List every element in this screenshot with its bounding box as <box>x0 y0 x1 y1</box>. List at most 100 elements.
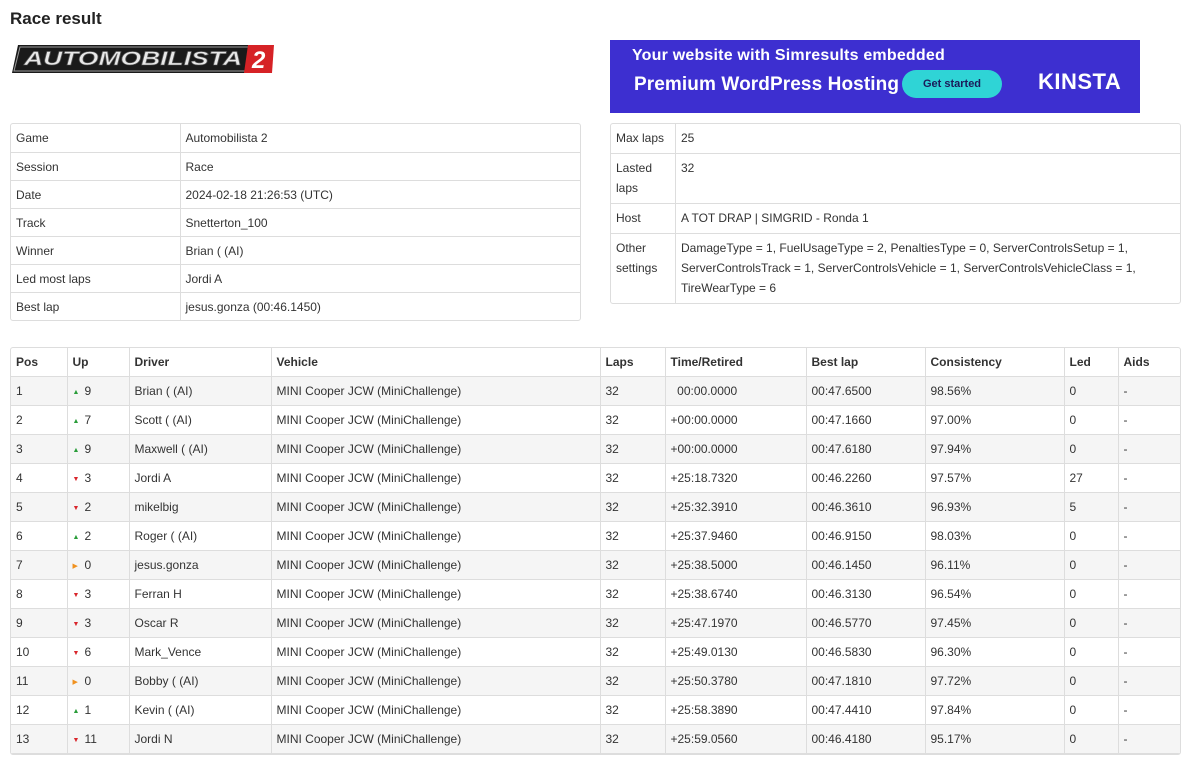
consistency-cell: 98.03% <box>925 521 1065 551</box>
column-header[interactable]: Led <box>1064 348 1119 377</box>
laps-cell: 32 <box>600 637 666 667</box>
ad-subheadline: Premium WordPress Hosting <box>634 74 900 95</box>
consistency-cell: 97.72% <box>925 666 1065 696</box>
position-change-cell: ▲ 9 <box>67 376 130 406</box>
aids-cell: - <box>1118 724 1180 754</box>
vehicle-cell: MINI Cooper JCW (MiniChallenge) <box>271 521 601 551</box>
best-cell: 00:46.5830 <box>806 637 926 667</box>
vehicle-cell: MINI Cooper JCW (MiniChallenge) <box>271 608 601 638</box>
laps-cell: 32 <box>600 695 666 725</box>
time-cell: +25:18.7320 <box>665 463 807 493</box>
consistency-cell: 97.45% <box>925 608 1065 638</box>
pos-cell: 7 <box>11 550 68 580</box>
aids-cell: - <box>1118 637 1180 667</box>
best-cell: 00:47.6500 <box>806 376 926 406</box>
server-info-row: Host A TOT DRAP | SIMGRID - Ronda 1 <box>611 203 1180 234</box>
driver-cell: Brian ( (AI) <box>129 376 272 406</box>
position-change-cell: ▲ 2 <box>67 521 130 551</box>
column-header[interactable]: Driver <box>129 348 272 377</box>
position-change-value: 3 <box>84 587 92 601</box>
column-header[interactable]: Consistency <box>925 348 1065 377</box>
table-row: 13 ▼ 11 Jordi N MINI Cooper JCW (MiniChallen… <box>11 724 1180 754</box>
column-header[interactable]: Aids <box>1118 348 1180 377</box>
table-row: 11 ▶ 0 Bobby ( (AI) MINI Cooper JCW (MiniCha… <box>11 666 1180 696</box>
time-cell: +25:58.3890 <box>665 695 807 725</box>
aids-cell: - <box>1118 434 1180 464</box>
triangle-right-icon: ▶ <box>72 679 78 686</box>
led-cell: 0 <box>1064 550 1119 580</box>
position-change-cell: ▲ 1 <box>67 695 130 725</box>
results-table: Pos Up Driver Vehicle Laps Time/Retired Best l… <box>10 347 1181 755</box>
pos-cell: 12 <box>11 695 68 725</box>
triangle-up-icon: ▲ <box>72 418 80 425</box>
info-key: Date <box>11 180 181 209</box>
column-header[interactable]: Vehicle <box>271 348 601 377</box>
position-change-cell: ▶ 0 <box>67 550 130 580</box>
driver-cell: mikelbig <box>129 492 272 522</box>
aids-cell: - <box>1118 521 1180 551</box>
position-change-value: 7 <box>84 413 92 427</box>
table-row: 1 ▲ 9 Brian ( (AI) MINI Cooper JCW (MiniChal… <box>11 376 1180 406</box>
logo-text: AUTOMOBILISTA <box>23 49 242 70</box>
best-cell: 00:46.1450 <box>806 550 926 580</box>
session-info-row: Led most laps Jordi A <box>11 264 580 293</box>
ad-banner[interactable]: Your website with Simresults embedded Pr… <box>610 40 1140 113</box>
triangle-down-icon: ▼ <box>72 476 80 483</box>
table-row: 4 ▼ 3 Jordi A MINI Cooper JCW (MiniChallenge… <box>11 463 1180 493</box>
column-header[interactable]: Best lap <box>806 348 926 377</box>
session-info-table: Game Automobilista 2 Session Race Date 2024-0… <box>10 123 581 321</box>
led-cell: 0 <box>1064 695 1119 725</box>
vehicle-cell: MINI Cooper JCW (MiniChallenge) <box>271 434 601 464</box>
laps-cell: 32 <box>600 521 666 551</box>
logo-numeral: 2 <box>251 47 266 74</box>
pos-cell: 8 <box>11 579 68 609</box>
position-change-value: 3 <box>84 471 92 485</box>
ad-get-started-button[interactable]: Get started <box>902 70 1002 98</box>
aids-cell: - <box>1118 492 1180 522</box>
info-value: 25 <box>675 124 1180 154</box>
column-header[interactable]: Time/Retired <box>665 348 807 377</box>
session-info-row: Winner Brian ( (AI) <box>11 236 580 265</box>
aids-cell: - <box>1118 695 1180 725</box>
info-key: Lasted laps <box>611 153 676 204</box>
vehicle-cell: MINI Cooper JCW (MiniChallenge) <box>271 637 601 667</box>
info-key: Game <box>11 124 181 153</box>
time-cell: +25:47.1970 <box>665 608 807 638</box>
aids-cell: - <box>1118 608 1180 638</box>
triangle-up-icon: ▲ <box>72 447 80 454</box>
led-cell: 27 <box>1064 463 1119 493</box>
consistency-cell: 96.30% <box>925 637 1065 667</box>
led-cell: 0 <box>1064 579 1119 609</box>
info-key: Track <box>11 208 181 237</box>
vehicle-cell: MINI Cooper JCW (MiniChallenge) <box>271 376 601 406</box>
column-header[interactable]: Laps <box>600 348 666 377</box>
ad-headline: Your website with Simresults embedded <box>632 47 945 64</box>
triangle-down-icon: ▼ <box>72 592 80 599</box>
position-change-value: 11 <box>84 732 97 746</box>
led-cell: 0 <box>1064 637 1119 667</box>
position-change-value: 1 <box>84 703 92 717</box>
position-change-value: 6 <box>84 645 92 659</box>
column-header[interactable]: Pos <box>11 348 68 377</box>
info-value: Brian ( (AI) <box>180 236 580 265</box>
driver-cell: Kevin ( (AI) <box>129 695 272 725</box>
position-change-value: 2 <box>84 529 92 543</box>
info-value: Race <box>180 152 580 181</box>
info-key: Host <box>611 203 676 234</box>
best-cell: 00:47.1810 <box>806 666 926 696</box>
consistency-cell: 97.84% <box>925 695 1065 725</box>
driver-cell: Jordi N <box>129 724 272 754</box>
consistency-cell: 97.57% <box>925 463 1065 493</box>
column-header[interactable]: Up <box>67 348 130 377</box>
table-row: 8 ▼ 3 Ferran H MINI Cooper JCW (MiniChalleng… <box>11 579 1180 609</box>
best-cell: 00:46.3130 <box>806 579 926 609</box>
vehicle-cell: MINI Cooper JCW (MiniChallenge) <box>271 463 601 493</box>
consistency-cell: 97.94% <box>925 434 1065 464</box>
aids-cell: - <box>1118 666 1180 696</box>
laps-cell: 32 <box>600 405 666 435</box>
pos-cell: 1 <box>11 376 68 406</box>
time-cell: +25:37.9460 <box>665 521 807 551</box>
info-value: DamageType = 1, FuelUsageType = 2, Penal… <box>681 241 1136 295</box>
info-value: Automobilista 2 <box>180 124 580 153</box>
time-cell: +00:00.0000 <box>665 434 807 464</box>
